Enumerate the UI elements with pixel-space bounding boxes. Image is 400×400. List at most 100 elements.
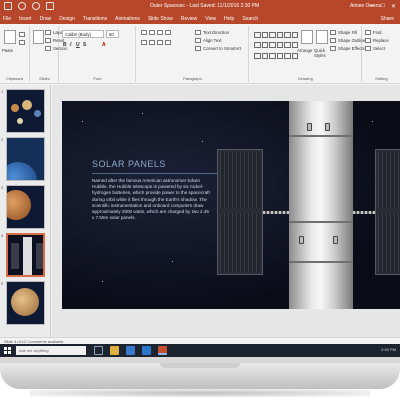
redo-icon[interactable] [32,2,40,10]
slide-thumbnail-selected[interactable] [6,233,45,277]
left-solar-panel [217,149,263,275]
slides-label: Slides [39,76,50,81]
slide-thumbnail[interactable] [6,89,45,133]
telescope-handle [307,123,312,131]
quick-styles-icon[interactable] [316,30,328,44]
status-bar: Slide 4 of 12 Comments available [0,337,400,344]
share-button[interactable]: Share [381,16,394,22]
window-controls: — □ ✕ [369,3,396,10]
paragraph-label: Paragraph [183,76,202,81]
tab-search[interactable]: Search [242,14,258,24]
slide-thumbnails-pane[interactable]: 1 2 3 4 5 [0,85,51,337]
close-button[interactable]: ✕ [391,3,396,10]
slide-title[interactable]: SOLAR PANELS [92,159,166,169]
minimize-button[interactable]: — [369,3,375,10]
slide-body-text[interactable]: Named after the famous American astronom… [92,178,210,221]
slide-canvas[interactable]: SOLAR PANELS Named after the famous Amer… [62,101,400,309]
thumb-number: 4 [1,233,4,238]
drawing-label: Drawing [298,76,313,81]
arrange-icon[interactable] [301,30,313,44]
quick-styles-label: Quick Styles [314,48,326,58]
save-icon[interactable] [4,2,12,10]
title-bar: Outer Spacearc - Last Saved: 11/1/2016 2… [0,0,400,14]
shape-fill-button[interactable]: Shape Fill [330,30,357,35]
maximize-button[interactable]: □ [381,3,385,10]
arrange-label: Arrange [297,48,313,53]
right-solar-panel [375,149,400,275]
group-drawing: Arrange Quick Styles Shape Fill Shape Ou… [250,26,365,82]
find-button[interactable]: Find [365,30,381,35]
present-icon[interactable] [46,2,54,10]
tab-file[interactable]: File [3,14,11,24]
clipboard-label: Clipboard [5,76,24,81]
group-slides: Layout Reset Section Slides [31,26,67,82]
thumb-number: 5 [1,281,4,286]
shape-effects-button[interactable]: Shape Effects [330,46,365,51]
shape-outline-button[interactable]: Shape Outline [330,38,365,43]
start-icon[interactable] [4,347,11,354]
bullets-button[interactable] [141,30,171,35]
copy-icon[interactable] [19,40,25,45]
editing-label: Editing [375,76,388,81]
font-size-select[interactable]: 60 [106,30,119,38]
tab-transitions[interactable]: Transitions [83,14,107,24]
new-slide-icon[interactable] [33,30,44,44]
thumb-number: 3 [1,185,4,190]
tab-slide-show[interactable]: Slide Show [148,14,173,24]
strikethrough-button[interactable]: S [83,42,86,48]
telescope-band [289,261,353,263]
group-font: Calibri (Body) 60 B I U S A Font [60,26,136,82]
slide-thumbnail[interactable] [6,185,45,229]
italic-button[interactable]: I [70,42,71,48]
font-color-button[interactable]: A [102,42,106,48]
telescope-body [289,101,353,309]
text-direction-button[interactable]: Text Direction [195,30,229,35]
telescope-band [289,135,353,137]
right-panel-truss [353,211,375,214]
font-label: Font [93,76,102,81]
ribbon: Paste Clipboard Layout Reset Section Sli… [0,24,400,84]
group-editing: Find Replace Select Editing [363,26,400,82]
tab-help[interactable]: Help [224,14,234,24]
tab-draw[interactable]: Draw [40,14,52,24]
file-explorer-icon[interactable] [110,346,119,355]
telescope-handle [325,123,330,131]
thumb-number: 1 [1,89,4,94]
telescope-handle [333,236,338,244]
slide-thumbnail[interactable] [6,137,45,181]
paste-label: Paste [2,48,13,53]
tab-design[interactable]: Design [59,14,75,24]
slide-thumbnail[interactable] [6,281,45,325]
tab-review[interactable]: Review [181,14,197,24]
ribbon-tabs: File Insert Draw Design Transitions Anim… [0,14,400,24]
thumb-number: 2 [1,137,4,142]
group-clipboard: Paste Clipboard [0,26,30,82]
tab-animations[interactable]: Animations [115,14,140,24]
left-panel-truss [263,211,289,214]
window-title: Outer Spacearc - Last Saved: 11/1/2016 2… [150,3,260,9]
undo-icon[interactable] [18,2,26,10]
shapes-gallery[interactable] [254,32,298,62]
store-icon[interactable] [126,346,135,355]
laptop-base [0,363,400,389]
underline-button[interactable]: U [76,42,80,48]
task-view-icon[interactable] [94,346,103,355]
edge-icon[interactable] [142,346,151,355]
tab-insert[interactable]: Insert [19,14,32,24]
align-text-button[interactable]: Align Text [195,38,222,43]
powerpoint-taskbar-icon[interactable] [158,346,167,355]
smartart-button[interactable]: Convert to SmartArt [195,46,241,51]
slide-editing-area[interactable]: SOLAR PANELS Named after the famous Amer… [52,85,400,337]
system-tray-clock[interactable]: 2:30 PM [381,347,396,352]
select-button[interactable]: Select [365,46,385,51]
replace-button[interactable]: Replace [365,38,389,43]
bold-button[interactable]: B [63,42,67,48]
tab-view[interactable]: View [205,14,216,24]
cut-icon[interactable] [19,32,25,37]
paste-icon[interactable] [4,30,16,44]
font-name-select[interactable]: Calibri (Body) [62,30,104,38]
windows-taskbar: Ask me anything 2:30 PM [0,344,400,357]
group-paragraph: Text Direction Align Text Convert to Sma… [137,26,249,82]
align-buttons[interactable] [141,40,171,45]
taskbar-search[interactable]: Ask me anything [16,346,86,355]
